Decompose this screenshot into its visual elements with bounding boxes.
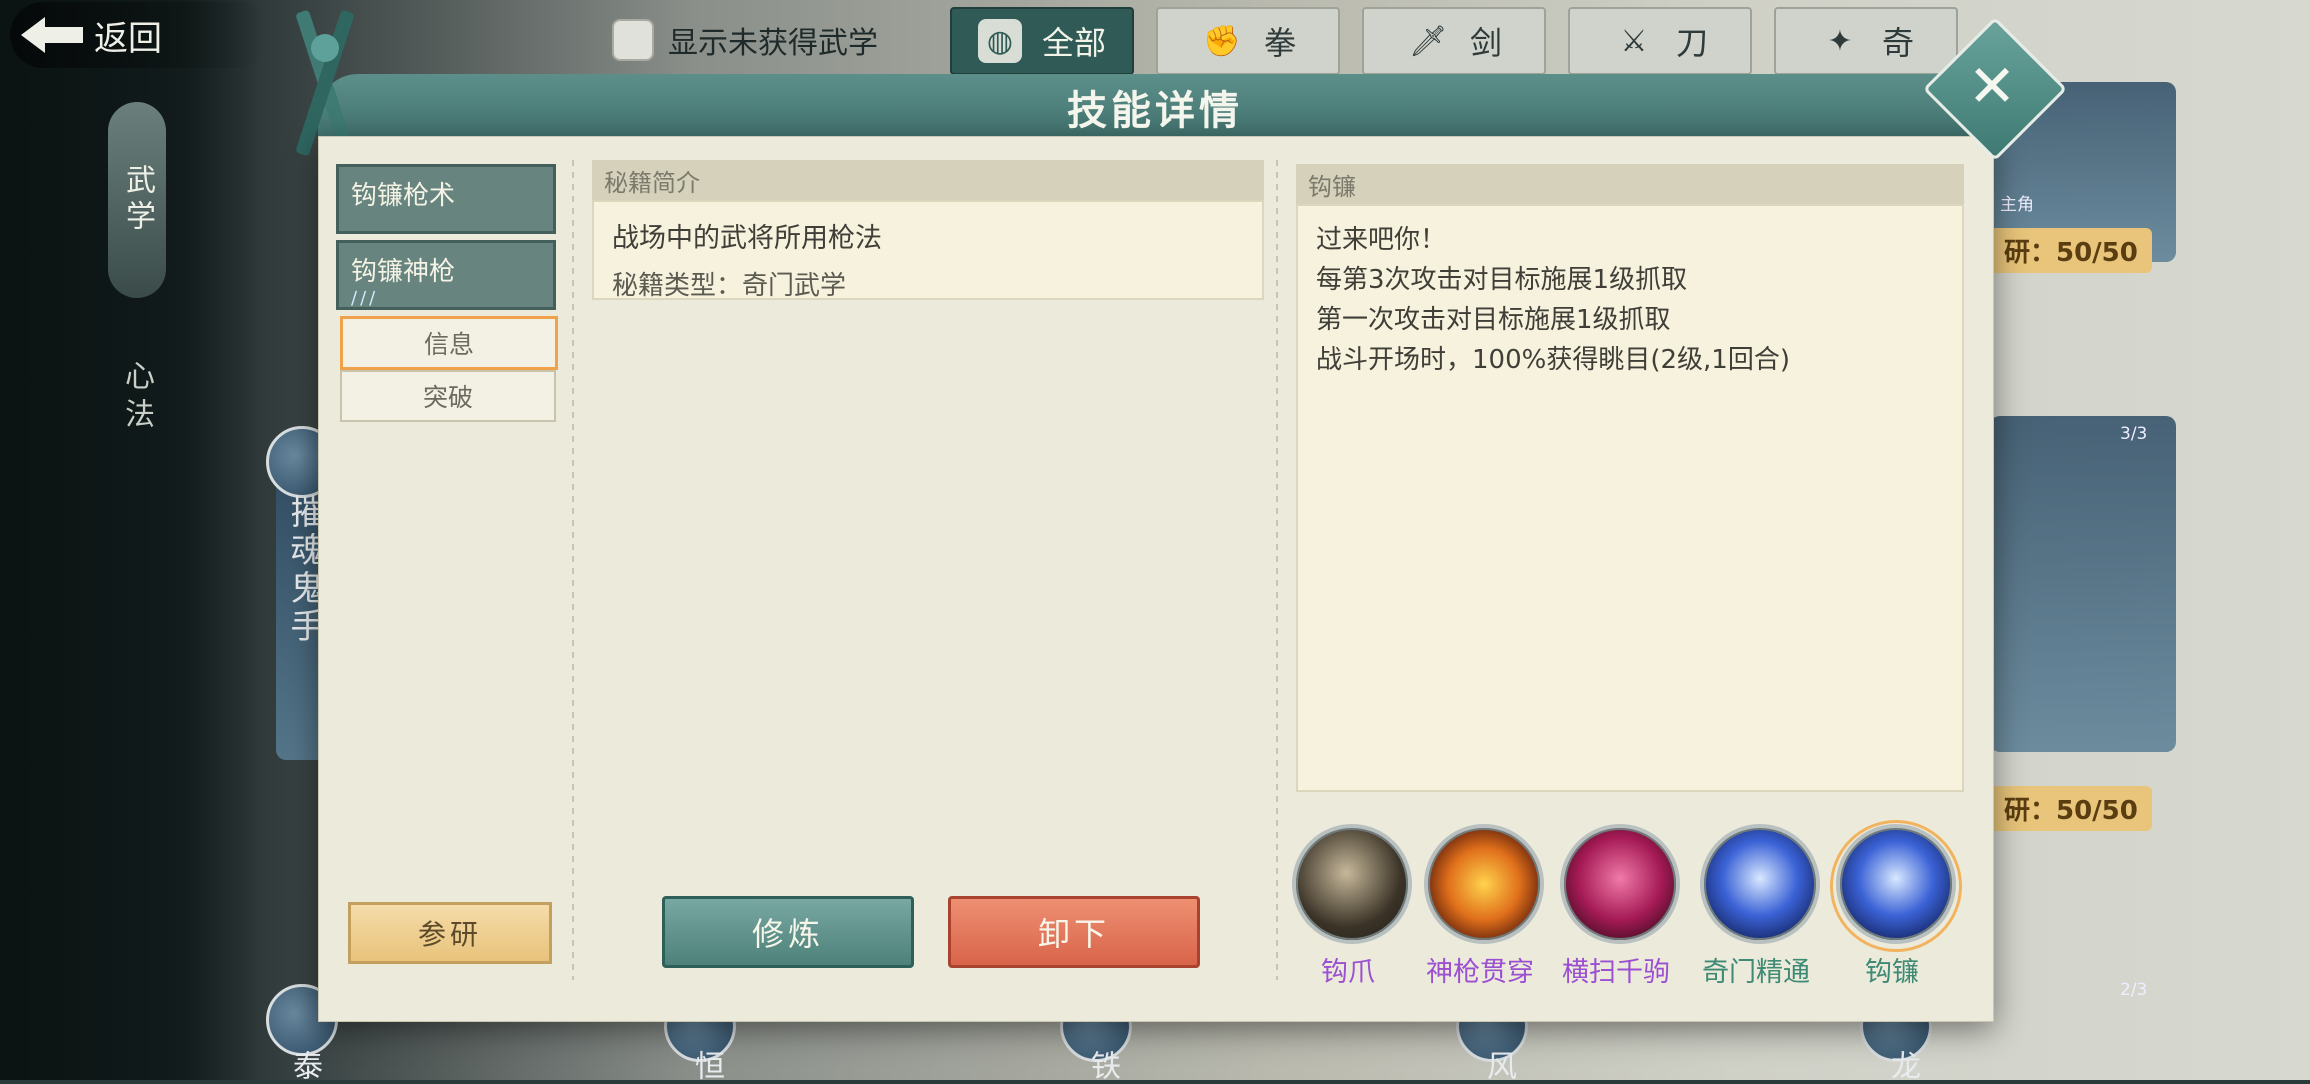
info-button[interactable]: 信息 — [340, 316, 558, 370]
count-2: 2/3 — [2120, 980, 2148, 1000]
hook-sickle-icon[interactable] — [1836, 824, 1956, 944]
pouch-icon: ◍ — [977, 19, 1022, 63]
count-1: 3/3 — [2120, 424, 2148, 444]
detail-line-1: 过来吧你！ — [1316, 225, 1447, 255]
research-badge-2: 研：50/50 — [1990, 786, 2152, 831]
mastery-icon[interactable] — [1700, 824, 1820, 944]
shuriken-icon: ✦ — [1827, 23, 1853, 59]
menu-martial-arts-label: 武学 — [120, 164, 155, 236]
fist-icon: ✊ — [1203, 23, 1241, 59]
bottom-char-4: 风 — [1481, 1050, 1516, 1084]
skill-list-item-2[interactable]: 钩镰神枪 ∕∕∕ — [336, 240, 556, 310]
close-icon[interactable]: ✕ — [1944, 38, 2040, 134]
train-button[interactable]: 修炼 — [662, 896, 914, 968]
sweep-icon[interactable] — [1560, 824, 1680, 944]
background-card-right-2 — [1990, 416, 2176, 752]
back-label: 返回 — [94, 18, 162, 59]
research-button[interactable]: 参研 — [348, 902, 552, 964]
tab-all-label: 全部 — [1041, 24, 1106, 62]
detail-line-5: 战斗开场时，100%获得眺目(2级,1回合) — [1316, 345, 1790, 375]
skill-label-spear-pierce: 神枪贯穿 — [1426, 957, 1534, 988]
spear-pierce-icon[interactable] — [1424, 824, 1544, 944]
intro-description: 战场中的武将所用枪法 — [612, 223, 882, 254]
hook-claw-icon[interactable] — [1292, 824, 1412, 944]
back-button[interactable]: 返回 — [10, 2, 270, 68]
skill-label-sweep: 横扫千驹 — [1562, 957, 1670, 988]
detail-panel: 过来吧你！ 每第3次攻击对目标施展1级抓取 第一次攻击对目标施展1级抓取 战斗开… — [1296, 204, 1964, 792]
skill-list-item-2-tier: ∕∕∕ — [351, 288, 379, 309]
tab-sword-label: 剑 — [1469, 24, 1502, 62]
detail-line-3: 每第3次攻击对目标施展1级抓取 — [1316, 265, 1688, 295]
skill-label-hook-sickle: 钩镰 — [1865, 957, 1919, 988]
show-unobtained-checkbox[interactable] — [612, 19, 654, 61]
tab-odd-label: 奇 — [1881, 24, 1914, 62]
divider-right — [1276, 160, 1278, 980]
intro-panel-header: 秘籍简介 — [592, 160, 1264, 200]
bottom-char-2: 恒 — [689, 1050, 724, 1084]
skill-list-item-1-name: 钩镰枪术 — [351, 181, 456, 211]
detail-panel-header: 钩镰 — [1296, 164, 1964, 204]
sword-icon: 🗡 — [1408, 23, 1448, 59]
show-unobtained-label: 显示未获得武学 — [668, 26, 878, 61]
breakthrough-button[interactable]: 突破 — [340, 370, 556, 422]
bottom-char-5: 龙 — [1885, 1050, 1920, 1084]
unload-button[interactable]: 卸下 — [948, 896, 1200, 968]
menu-inner-arts[interactable]: 心法 — [114, 360, 158, 436]
tab-fist[interactable]: ✊ 拳 — [1156, 7, 1340, 75]
skill-label-mastery: 奇门精通 — [1702, 957, 1810, 988]
tab-fist-label: 拳 — [1263, 24, 1296, 62]
skill-list-item-1[interactable]: 钩镰枪术 — [336, 164, 556, 234]
hero-label: 主角 — [2000, 195, 2034, 215]
blade-icon: ⚔ — [1620, 23, 1648, 59]
tab-all[interactable]: ◍ 全部 — [950, 7, 1134, 75]
skill-label-hook-claw: 钩爪 — [1321, 957, 1375, 988]
back-arrow-icon — [10, 7, 94, 63]
tab-blade[interactable]: ⚔ 刀 — [1568, 7, 1752, 75]
intro-type: 秘籍类型：奇门武学 — [612, 271, 847, 301]
tab-odd[interactable]: ✦ 奇 — [1774, 7, 1958, 75]
tab-blade-label: 刀 — [1675, 24, 1708, 62]
bottom-char-1: 泰 — [287, 1050, 322, 1084]
skill-list-item-2-name: 钩镰神枪 — [351, 257, 456, 287]
divider-left — [572, 160, 574, 980]
research-badge-1: 研：50/50 — [1990, 228, 2152, 273]
show-unobtained-toggle[interactable]: 显示未获得武学 — [612, 18, 878, 62]
bottom-char-3: 铁 — [1085, 1050, 1120, 1084]
tab-sword[interactable]: 🗡 剑 — [1362, 7, 1546, 75]
intro-panel: 战场中的武将所用枪法 秘籍类型：奇门武学 — [592, 200, 1264, 301]
detail-line-4: 第一次攻击对目标施展1级抓取 — [1316, 305, 1671, 335]
